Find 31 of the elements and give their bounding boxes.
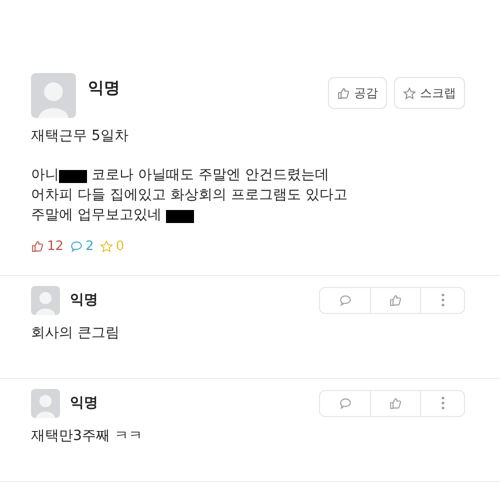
scrap-count: 0 xyxy=(116,238,124,256)
post-text: 아니 xyxy=(31,166,59,185)
comment-count: 2 xyxy=(86,238,94,256)
comment-text: 재택만3주째 ㅋㅋ xyxy=(31,426,144,446)
avatar-icon xyxy=(31,388,60,418)
speech-bubble-icon xyxy=(338,294,352,306)
speech-bubble-icon xyxy=(70,240,83,254)
thumbs-up-icon xyxy=(389,294,402,306)
more-icon xyxy=(440,293,444,307)
avatar-icon xyxy=(31,286,60,314)
speech-bubble-icon xyxy=(338,396,352,410)
thumbs-up-icon xyxy=(31,240,44,254)
redaction-bar xyxy=(166,210,194,223)
star-icon xyxy=(403,86,416,100)
thumbs-up-icon xyxy=(337,86,350,100)
more-icon xyxy=(440,396,444,410)
post-title: 재택근무 5일차 xyxy=(31,127,130,146)
like-count: 12 xyxy=(47,238,64,256)
scrap-button[interactable]: 스크랩 xyxy=(394,77,465,109)
author-name: 익명 xyxy=(70,290,98,310)
comment-text: 회사의 큰그림 xyxy=(31,324,120,342)
avatar-icon xyxy=(31,73,76,118)
like-button[interactable]: 공감 xyxy=(328,77,387,109)
post-text: 어차피 다들 집에있고 화상회의 프로그램도 있다고 xyxy=(31,186,348,205)
redaction-bar xyxy=(59,170,87,183)
star-icon xyxy=(100,240,113,254)
author-name: 익명 xyxy=(88,77,120,99)
post-text: 주말에 업무보고있네 xyxy=(31,206,162,225)
thumbs-up-icon xyxy=(389,396,402,410)
author-name: 익명 xyxy=(70,394,98,412)
post-text: 코로나 아닐때도 주말엔 안건드렸는데 xyxy=(90,166,329,185)
